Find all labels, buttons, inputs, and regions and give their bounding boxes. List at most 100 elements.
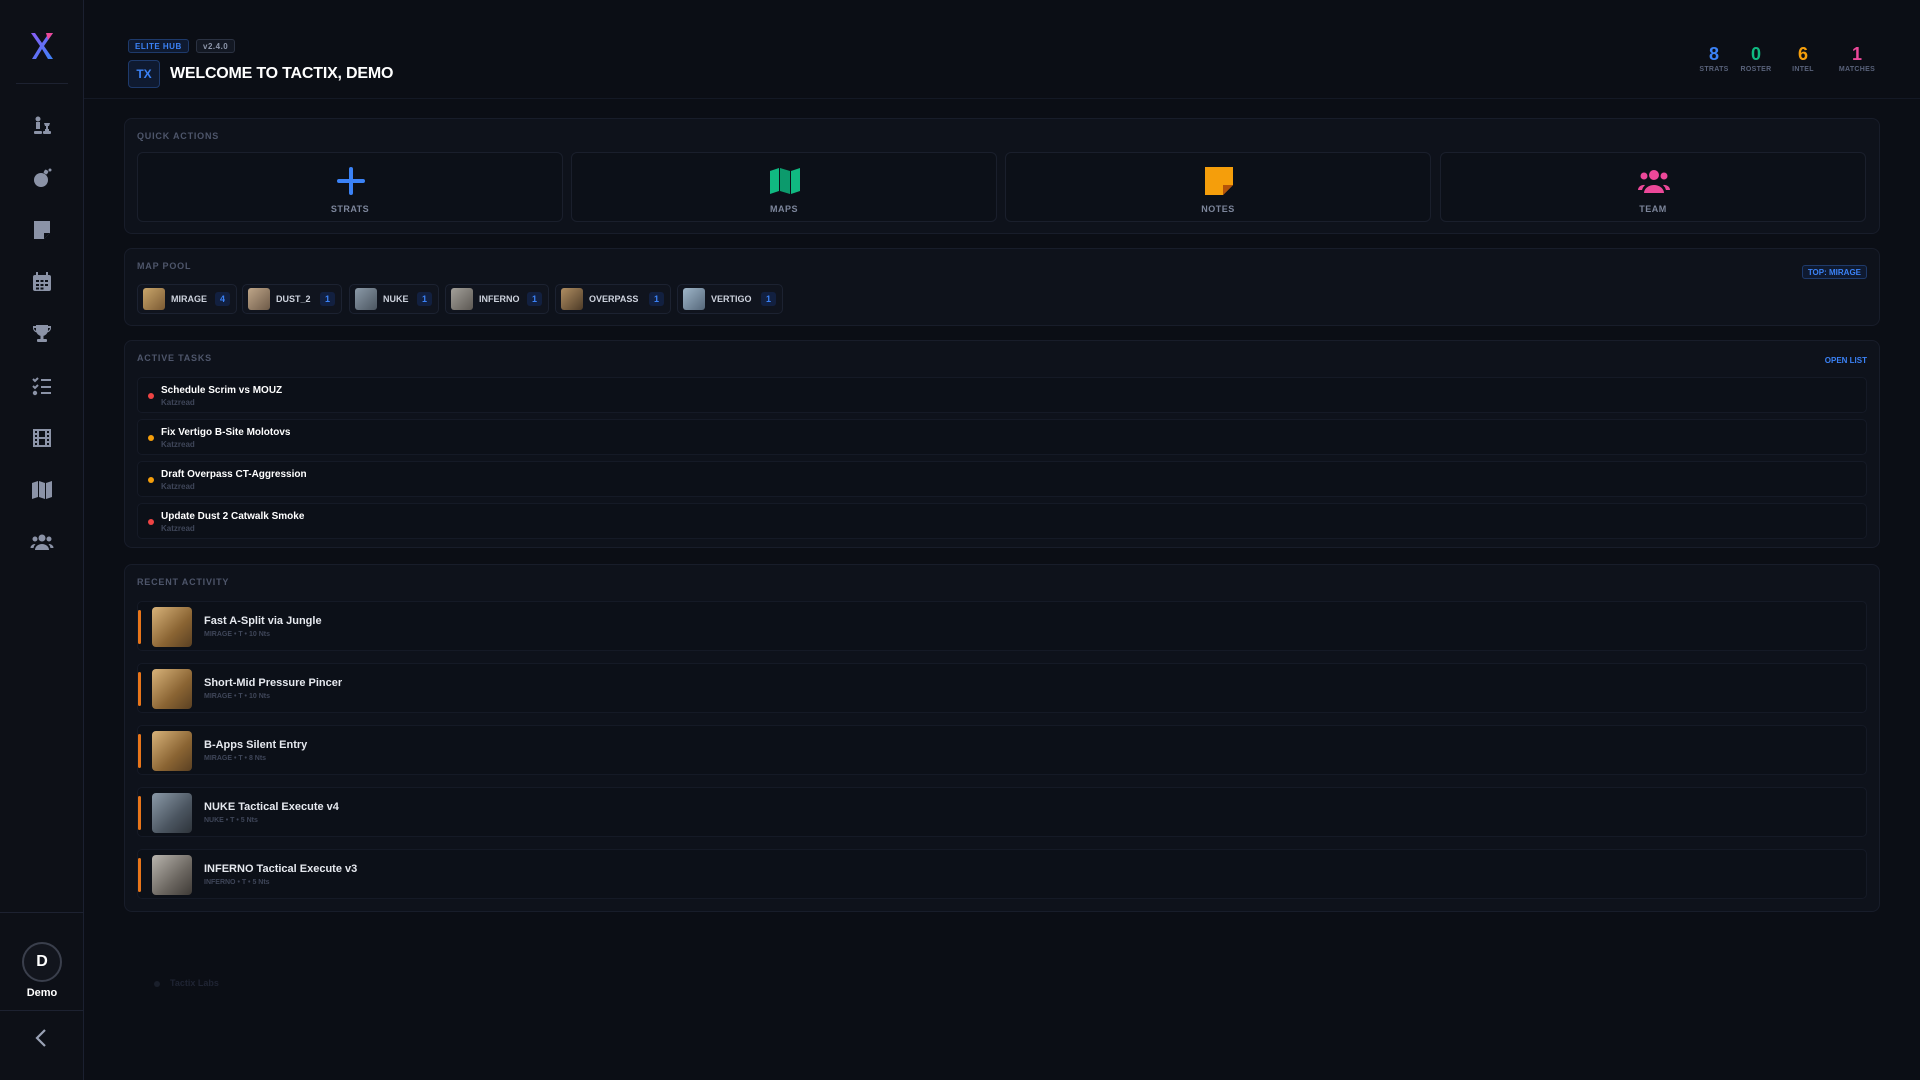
sidebar-item-strats[interactable] <box>26 110 58 142</box>
quick-action-label: STRATS <box>330 204 370 214</box>
activity-title: INFERNO Tactical Execute v3 <box>204 863 358 875</box>
activity-row[interactable]: INFERNO Tactical Execute v3 INFERNO • T … <box>137 849 1867 899</box>
sticky-note-icon <box>1205 167 1233 195</box>
sidebar-item-maps[interactable] <box>26 474 58 506</box>
activity-row[interactable]: Short-Mid Pressure Pincer MIRAGE • T • 1… <box>137 663 1867 713</box>
map-count: 4 <box>214 292 230 306</box>
header-divider <box>84 98 1920 99</box>
quick-action-label: MAPS <box>769 204 798 214</box>
map-chip-nuke[interactable]: NUKE 1 <box>349 284 439 314</box>
quick-action-label: TEAM <box>1639 204 1667 214</box>
activity-row[interactable]: Fast A-Split via Jungle MIRAGE • T • 10 … <box>137 601 1867 651</box>
quick-actions-card: QUICK ACTIONS STRATS MAPS NOTES TEAM <box>124 118 1880 234</box>
sidebar-item-utility[interactable] <box>26 162 58 194</box>
sidebar-item-tasks[interactable] <box>26 370 58 402</box>
map-count: 1 <box>526 292 542 306</box>
activity-meta: MIRAGE • T • 8 Nts <box>204 755 267 762</box>
sidebar-item-tournaments[interactable] <box>26 318 58 350</box>
map-name: DUST_2 <box>276 294 311 304</box>
task-assignee: Katzread <box>161 482 195 491</box>
map-count: 1 <box>416 292 432 306</box>
task-title: Update Dust 2 Catwalk Smoke <box>161 511 305 522</box>
strat-thumbnail <box>152 793 192 833</box>
task-title: Schedule Scrim vs MOUZ <box>161 385 283 396</box>
map-count: 1 <box>319 292 335 306</box>
map-thumbnail <box>683 288 705 310</box>
priority-dot <box>148 393 154 399</box>
map-chip-inferno[interactable]: INFERNO 1 <box>445 284 549 314</box>
grenade-icon <box>34 168 52 187</box>
map-icon <box>32 481 52 499</box>
tactix-logo-icon[interactable] <box>26 30 58 62</box>
accent-bar <box>138 610 141 644</box>
sidebar: D Demo <box>0 0 84 1080</box>
strat-thumbnail <box>152 607 192 647</box>
strat-thumbnail <box>152 855 192 895</box>
map-chip-mirage[interactable]: MIRAGE 4 <box>137 284 237 314</box>
activity-meta: NUKE • T • 5 Nts <box>204 817 258 824</box>
stat-label: INTEL <box>1792 66 1814 73</box>
activity-title: Fast A-Split via Jungle <box>204 615 322 627</box>
map-icon <box>770 168 800 194</box>
chevron-left-icon[interactable] <box>28 1024 56 1052</box>
task-title: Fix Vertigo B-Site Molotovs <box>161 427 291 438</box>
task-assignee: Katzread <box>161 398 195 407</box>
open-list-link[interactable]: OPEN LIST <box>1825 356 1867 365</box>
map-chip-vertigo[interactable]: VERTIGO 1 <box>677 284 783 314</box>
stat-value: 6 <box>1797 44 1808 64</box>
version-badge: v2.4.0 <box>196 39 236 53</box>
activity-meta: MIRAGE • T • 10 Nts <box>204 693 270 700</box>
section-title: RECENT ACTIVITY <box>137 577 230 587</box>
team-icon <box>1638 170 1670 193</box>
quick-action-strats[interactable]: STRATS <box>137 152 563 222</box>
map-name: INFERNO <box>479 294 520 304</box>
users-icon <box>30 534 54 550</box>
task-row[interactable]: Fix Vertigo B-Site Molotovs Katzread <box>137 419 1867 455</box>
stat-intel[interactable]: 6 INTEL <box>1773 44 1833 73</box>
task-row[interactable]: Draft Overpass CT-Aggression Katzread <box>137 461 1867 497</box>
accent-bar <box>138 796 141 830</box>
quick-action-label: NOTES <box>1201 204 1235 214</box>
activity-title: Short-Mid Pressure Pincer <box>204 677 343 689</box>
accent-bar <box>138 858 141 892</box>
map-chip-dust2[interactable]: DUST_2 1 <box>242 284 342 314</box>
section-title: MAP POOL <box>137 261 192 271</box>
task-row[interactable]: Schedule Scrim vs MOUZ Katzread <box>137 377 1867 413</box>
plus-icon <box>337 167 365 195</box>
task-title: Draft Overpass CT-Aggression <box>161 469 307 480</box>
activity-row[interactable]: NUKE Tactical Execute v4 NUKE • T • 5 Nt… <box>137 787 1867 837</box>
task-row[interactable]: Update Dust 2 Catwalk Smoke Katzread <box>137 503 1867 539</box>
map-chip-overpass[interactable]: OVERPASS 1 <box>555 284 671 314</box>
sidebar-divider <box>0 1010 84 1011</box>
map-name: MIRAGE <box>171 294 207 304</box>
chess-icon <box>34 116 51 134</box>
sidebar-divider <box>0 912 84 913</box>
quick-action-notes[interactable]: NOTES <box>1005 152 1431 222</box>
activity-meta: INFERNO • T • 5 Nts <box>204 879 270 886</box>
map-count: 1 <box>648 292 664 306</box>
avatar[interactable]: D <box>22 942 62 982</box>
film-icon <box>33 429 51 447</box>
map-name: VERTIGO <box>711 294 752 304</box>
active-tasks-card: ACTIVE TASKS OPEN LIST Schedule Scrim vs… <box>124 340 1880 548</box>
quick-action-team[interactable]: TEAM <box>1440 152 1866 222</box>
sidebar-item-calendar[interactable] <box>26 266 58 298</box>
stat-matches[interactable]: 1 MATCHES <box>1827 44 1887 73</box>
priority-dot <box>148 477 154 483</box>
task-list-icon <box>32 377 51 396</box>
quick-action-maps[interactable]: MAPS <box>571 152 997 222</box>
activity-row[interactable]: B-Apps Silent Entry MIRAGE • T • 8 Nts <box>137 725 1867 775</box>
recent-activity-card: RECENT ACTIVITY Fast A-Split via Jungle … <box>124 564 1880 912</box>
map-count: 1 <box>760 292 776 306</box>
strat-thumbnail <box>152 669 192 709</box>
accent-bar <box>138 734 141 768</box>
section-title: ACTIVE TASKS <box>137 353 212 363</box>
sidebar-item-vods[interactable] <box>26 422 58 454</box>
task-assignee: Katzread <box>161 524 195 533</box>
map-thumbnail <box>451 288 473 310</box>
elite-hub-badge: ELITE HUB <box>128 39 189 53</box>
map-thumbnail <box>248 288 270 310</box>
tx-logo-box: TX <box>128 60 160 88</box>
sidebar-item-notes[interactable] <box>26 214 58 246</box>
sidebar-item-team[interactable] <box>26 526 58 558</box>
